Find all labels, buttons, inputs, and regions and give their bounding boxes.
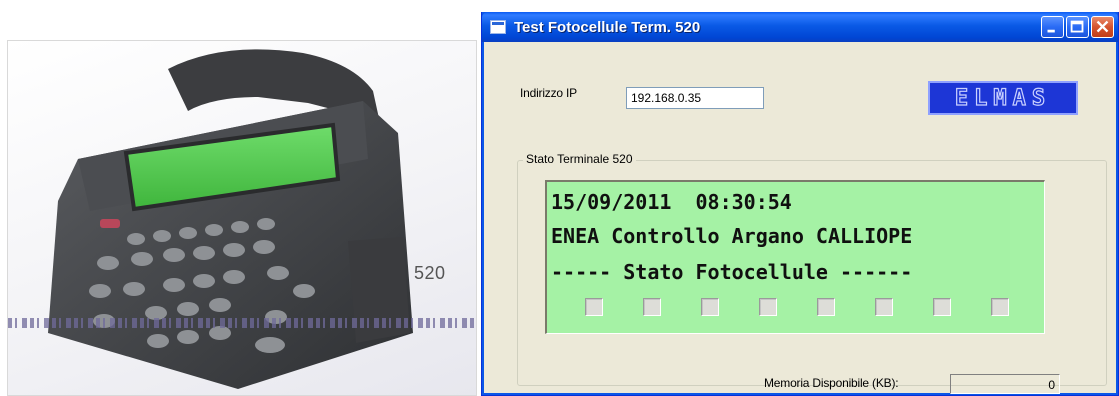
logo-text: ELMAS (954, 85, 1052, 111)
minimize-icon (1047, 29, 1055, 33)
product-photo: 520 (7, 40, 477, 396)
close-icon (1096, 20, 1109, 33)
photocell-checkbox-7[interactable] (933, 298, 951, 316)
close-button[interactable] (1091, 16, 1114, 38)
minimize-button[interactable] (1041, 16, 1064, 38)
photocell-checkbox-1[interactable] (585, 298, 603, 316)
photocell-checkbox-5[interactable] (817, 298, 835, 316)
ip-address-label: Indirizzo IP (520, 86, 577, 100)
photocell-checkbox-3[interactable] (701, 298, 719, 316)
title-bar[interactable]: Test Fotocellule Term. 520 (482, 12, 1118, 42)
model-label: 520 (414, 263, 446, 283)
maximize-icon (1070, 20, 1084, 33)
available-memory-label: Memoria Disponibile (KB): (764, 376, 899, 390)
photocell-checkbox-8[interactable] (991, 298, 1009, 316)
lcd-photocell-header-line: ----- Stato Fotocellule ------ (551, 260, 913, 284)
elmas-logo: ELMAS (928, 81, 1078, 115)
app-window-icon[interactable] (490, 20, 506, 34)
decorative-barcode-strip (8, 318, 476, 328)
terminal-device-image (48, 49, 413, 389)
photocell-checkbox-2[interactable] (643, 298, 661, 316)
maximize-button[interactable] (1066, 16, 1089, 38)
lcd-message-line: ENEA Controllo Argano CALLIOPE (551, 224, 913, 248)
window-title: Test Fotocellule Term. 520 (514, 18, 701, 36)
lcd-datetime-line: 15/09/2011 08:30:54 (551, 190, 792, 214)
test-photocells-window: Test Fotocellule Term. 520 Indirizzo IP … (481, 12, 1119, 396)
ip-address-input[interactable] (626, 87, 764, 109)
lcd-display: 15/09/2011 08:30:54 ENEA Controllo Argan… (545, 180, 1045, 334)
terminal-status-legend: Stato Terminale 520 (523, 152, 636, 166)
available-memory-value: 0 (950, 374, 1060, 394)
photocell-checkbox-4[interactable] (759, 298, 777, 316)
photocell-checkbox-6[interactable] (875, 298, 893, 316)
